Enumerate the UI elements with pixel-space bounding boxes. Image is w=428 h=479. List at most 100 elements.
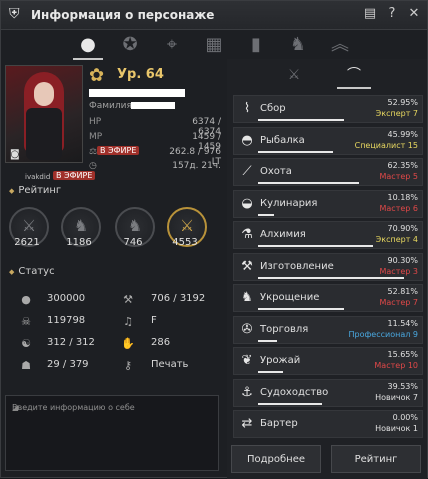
- fish-icon: ◓: [241, 132, 253, 148]
- life-skill-row[interactable]: ◓ Рыбалка 45.99% Специалист 15: [233, 126, 423, 155]
- details-button[interactable]: Подробнее: [231, 445, 321, 473]
- character-portrait: ◙: [5, 65, 83, 163]
- life-skill-row[interactable]: ⟋ Охота 62.35% Мастер 5: [233, 158, 423, 186]
- life-skill-row[interactable]: ♞ Укрощение 52.81% Мастер 7: [233, 284, 423, 312]
- life-skill-progress: [258, 339, 277, 342]
- rating-value: 746: [123, 237, 143, 248]
- life-skill-name: Алхимия: [260, 229, 306, 240]
- tab-medal[interactable]: ✪: [115, 32, 145, 58]
- life-skill-percent: 90.30%: [387, 255, 418, 265]
- telescope-icon: ⌖: [166, 34, 178, 55]
- tab-horse[interactable]: ♞: [283, 32, 313, 58]
- hand-icon: ✋: [121, 337, 135, 350]
- life-skill-name: Сбор: [260, 103, 286, 114]
- life-skill-progress: [258, 308, 344, 310]
- character-name-hidden: [89, 89, 185, 97]
- tab-life[interactable]: ⌒: [337, 63, 371, 89]
- arrows-icon: ⇄: [241, 416, 253, 431]
- skull-icon: ☠: [21, 315, 31, 328]
- status-value: 286: [151, 337, 171, 348]
- clock-icon: ◷: [89, 161, 97, 171]
- life-skills-panel: ⚔ ⌒ ⌇ Сбор 52.95% Эксперт 7 ◓ Рыбалка 45.99% Сп…: [227, 59, 427, 479]
- stat-mp: MP 1459 / 1459: [89, 132, 221, 152]
- life-skill-name: Рыбалка: [260, 134, 305, 146]
- life-skill-name: Урожай: [260, 355, 301, 366]
- anchor-icon: ⚓: [241, 384, 253, 400]
- coins-icon: ●: [21, 293, 31, 306]
- life-skill-name: Бартер: [260, 418, 298, 429]
- title-bar[interactable]: ⛨ Информация о персонаже ▤ ? ✕: [1, 1, 427, 30]
- life-skill-name: Изготовление: [260, 260, 334, 272]
- life-skill-progress: [258, 276, 405, 279]
- help-icon[interactable]: ?: [385, 7, 399, 21]
- tab-chart[interactable]: ▮: [241, 32, 271, 58]
- stat-hp: HP 6374 / 6374: [89, 117, 221, 137]
- life-skill-grade: Мастер 3: [379, 266, 419, 276]
- life-skill-grade: Мастер 10: [374, 361, 418, 370]
- chevron-up-icon: ︽: [331, 34, 349, 55]
- camera-icon[interactable]: ◙: [10, 149, 20, 160]
- sickle-icon: ⌇: [243, 101, 251, 116]
- stat-playtime: ◷ 157д. 21ч.: [89, 161, 221, 171]
- document-icon[interactable]: ▤: [363, 7, 377, 21]
- life-skill-progress: [258, 402, 323, 405]
- scales-icon: ⚒: [123, 293, 133, 306]
- life-skill-row[interactable]: ⚒ Изготовление 90.30% Мастер 3: [233, 252, 423, 281]
- status-value: 312 / 312: [47, 337, 95, 348]
- life-skill-grade: Новичок 7: [375, 392, 418, 402]
- hands-icon: ☯: [21, 337, 31, 350]
- life-skill-progress: [258, 245, 373, 247]
- tab-person[interactable]: ●: [73, 32, 103, 60]
- gift-icon: ▦: [205, 34, 223, 55]
- life-skill-grade: Специалист 15: [354, 140, 418, 150]
- life-skill-row[interactable]: ⚗ Алхимия 70.90% Эксперт 4: [233, 221, 423, 249]
- sickle-icon: ⌒: [347, 67, 361, 83]
- life-skill-row[interactable]: ❦ Урожай 15.65% Мастер 10: [233, 347, 423, 375]
- life-skill-name: Укрощение: [260, 292, 320, 303]
- family-label: Фамилия:: [89, 101, 135, 111]
- status-title: Статус: [9, 266, 54, 277]
- tab-gift[interactable]: ▦: [199, 32, 229, 58]
- life-skill-row[interactable]: ⚓ Судоходство 39.53% Новичок 7: [233, 378, 423, 407]
- tab-telescope[interactable]: ⌖: [157, 32, 187, 58]
- bag-icon: ☗: [21, 359, 31, 372]
- tab-chevron[interactable]: ︽: [325, 32, 355, 58]
- life-skill-name: Судоходство: [260, 386, 329, 398]
- life-skill-progress: [258, 119, 344, 121]
- life-skill-percent: 15.65%: [387, 350, 418, 359]
- lotus-icon: ✿: [89, 65, 105, 86]
- medal-icon: ✪: [122, 34, 138, 55]
- resize-icon[interactable]: ◢: [12, 403, 215, 469]
- wheel-icon: ✇: [241, 321, 253, 337]
- status-value: 119798: [47, 315, 86, 326]
- tab-combat[interactable]: ⚔: [277, 63, 311, 87]
- character-level: Ур. 64: [117, 67, 164, 82]
- life-skill-percent: 52.81%: [387, 287, 418, 296]
- life-skill-grade: Мастер 5: [379, 172, 419, 181]
- life-skill-row[interactable]: ⌇ Сбор 52.95% Эксперт 7: [233, 95, 423, 123]
- status-value: 706 / 3192: [151, 293, 206, 304]
- sprout-icon: ❦: [241, 353, 253, 368]
- life-skill-row[interactable]: ◒ Кулинария 10.18% Мастер 6: [233, 189, 423, 218]
- rating-title: Рейтинг: [9, 185, 61, 196]
- character-info-window: ⛨ Информация о персонаже ▤ ? ✕ ● ✪ ⌖ ▦ ▮…: [0, 0, 428, 479]
- rating-value: 2621: [14, 237, 40, 248]
- life-skill-percent: 45.99%: [387, 129, 418, 139]
- window-title: Информация о персонаже: [31, 8, 215, 22]
- life-skill-row[interactable]: ⇄ Бартер 0.00% Новичок 1: [233, 410, 423, 438]
- life-skill-grade: Новичок 1: [375, 424, 418, 433]
- status-value: 300000: [47, 293, 86, 304]
- rating-value: 4553: [172, 237, 198, 248]
- rating-value: 1186: [66, 237, 92, 248]
- about-textarea[interactable]: Введите информацию о себе ◢: [5, 395, 219, 471]
- life-skill-name: Охота: [260, 166, 292, 177]
- life-skill-percent: 62.35%: [387, 161, 418, 170]
- family-name-hidden: [131, 102, 175, 109]
- rating-button[interactable]: Рейтинг: [331, 445, 421, 473]
- close-icon[interactable]: ✕: [407, 7, 421, 21]
- status-badge: В ЭФИРЕ: [97, 146, 140, 155]
- life-skill-row[interactable]: ✇ Торговля 11.54% Профессионал 9: [233, 315, 423, 344]
- life-skill-name: Торговля: [260, 323, 309, 335]
- horse-head-icon: ♞: [241, 290, 253, 305]
- main-tabs: ● ✪ ⌖ ▦ ▮ ♞ ︽: [1, 30, 427, 60]
